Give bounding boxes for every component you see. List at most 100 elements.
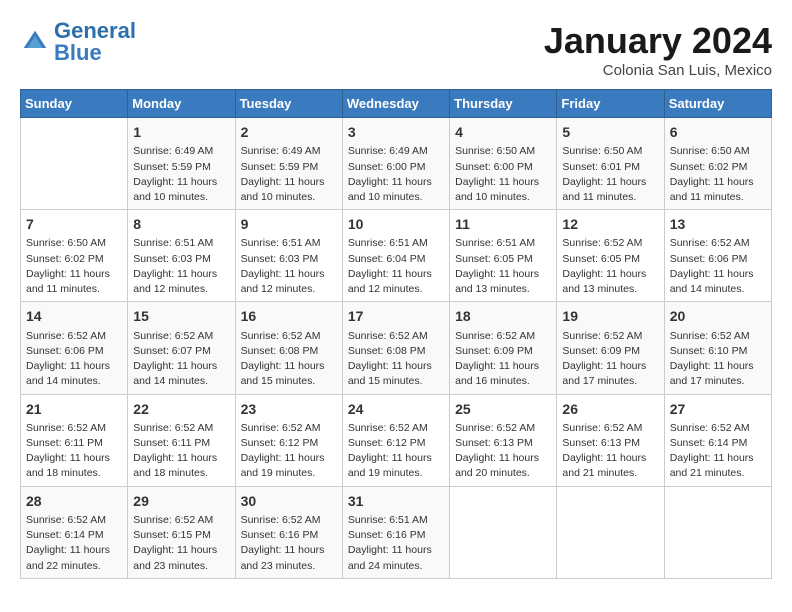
calendar-cell: 18Sunrise: 6:52 AM Sunset: 6:09 PM Dayli… — [450, 302, 557, 394]
calendar-cell: 22Sunrise: 6:52 AM Sunset: 6:11 PM Dayli… — [128, 394, 235, 486]
calendar-cell — [21, 118, 128, 210]
calendar-cell: 26Sunrise: 6:52 AM Sunset: 6:13 PM Dayli… — [557, 394, 664, 486]
day-of-week-header: Monday — [128, 90, 235, 118]
day-of-week-header: Sunday — [21, 90, 128, 118]
calendar-cell: 4Sunrise: 6:50 AM Sunset: 6:00 PM Daylig… — [450, 118, 557, 210]
day-info: Sunrise: 6:50 AM Sunset: 6:02 PM Dayligh… — [670, 144, 766, 205]
day-number: 4 — [455, 122, 551, 142]
day-info: Sunrise: 6:52 AM Sunset: 6:09 PM Dayligh… — [562, 329, 658, 390]
day-number: 17 — [348, 306, 444, 326]
day-number: 14 — [26, 306, 122, 326]
day-number: 10 — [348, 214, 444, 234]
day-number: 30 — [241, 491, 337, 511]
calendar-week-row: 14 Sunrise: 6:52 AM Sunset: 6:06 PM Dayli… — [21, 302, 772, 394]
logo: General Blue — [20, 20, 136, 64]
calendar-cell: 30Sunrise: 6:52 AM Sunset: 6:16 PM Dayli… — [235, 486, 342, 578]
day-number: 9 — [241, 214, 337, 234]
calendar-cell: 28Sunrise: 6:52 AM Sunset: 6:14 PM Dayli… — [21, 486, 128, 578]
calendar-body: 1Sunrise: 6:49 AM Sunset: 5:59 PM Daylig… — [21, 118, 772, 579]
day-number: 19 — [562, 306, 658, 326]
day-number: 11 — [455, 214, 551, 234]
day-info: Sunrise: 6:52 AM Sunset: 6:11 PM Dayligh… — [133, 421, 229, 482]
logo-icon — [20, 27, 50, 57]
calendar-cell: 24Sunrise: 6:52 AM Sunset: 6:12 PM Dayli… — [342, 394, 449, 486]
day-info: Sunrise: 6:52 AM Sunset: 6:14 PM Dayligh… — [670, 421, 766, 482]
day-info: Sunrise: 6:50 AM Sunset: 6:00 PM Dayligh… — [455, 144, 551, 205]
day-number: 6 — [670, 122, 766, 142]
page-header: General Blue January 2024 Colonia San Lu… — [20, 20, 772, 79]
day-number: 20 — [670, 306, 766, 326]
day-info: Sunrise: 6:52 AM Sunset: 6:15 PM Dayligh… — [133, 513, 229, 574]
day-number: 23 — [241, 399, 337, 419]
day-number: 26 — [562, 399, 658, 419]
calendar-cell: 5Sunrise: 6:50 AM Sunset: 6:01 PM Daylig… — [557, 118, 664, 210]
day-info: Sunrise: 6:51 AM Sunset: 6:03 PM Dayligh… — [241, 236, 337, 297]
day-info: Sunrise: 6:52 AM Sunset: 6:06 PM Dayligh… — [670, 236, 766, 297]
day-info: Sunrise: 6:52 AM Sunset: 6:12 PM Dayligh… — [241, 421, 337, 482]
day-number: 15 — [133, 306, 229, 326]
day-number: 2 — [241, 122, 337, 142]
calendar-week-row: 7Sunrise: 6:50 AM Sunset: 6:02 PM Daylig… — [21, 210, 772, 302]
calendar-cell: 11Sunrise: 6:51 AM Sunset: 6:05 PM Dayli… — [450, 210, 557, 302]
day-info: Sunrise: 6:52 AM Sunset: 6:06 PM Dayligh… — [26, 329, 122, 390]
day-number: 28 — [26, 491, 122, 511]
day-info: Sunrise: 6:52 AM Sunset: 6:05 PM Dayligh… — [562, 236, 658, 297]
calendar-cell: 15 Sunrise: 6:52 AM Sunset: 6:07 PM Dayli… — [128, 302, 235, 394]
day-info: Sunrise: 6:52 AM Sunset: 6:08 PM Dayligh… — [348, 329, 444, 390]
day-number: 31 — [348, 491, 444, 511]
calendar-cell — [450, 486, 557, 578]
day-info: Sunrise: 6:52 AM Sunset: 6:12 PM Dayligh… — [348, 421, 444, 482]
day-info: Sunrise: 6:52 AM Sunset: 6:13 PM Dayligh… — [562, 421, 658, 482]
calendar-cell: 31Sunrise: 6:51 AM Sunset: 6:16 PM Dayli… — [342, 486, 449, 578]
calendar-cell — [664, 486, 771, 578]
calendar-cell: 16 Sunrise: 6:52 AM Sunset: 6:08 PM Dayli… — [235, 302, 342, 394]
day-info: Sunrise: 6:52 AM Sunset: 6:07 PM Dayligh… — [133, 329, 229, 390]
day-number: 25 — [455, 399, 551, 419]
calendar-cell: 21Sunrise: 6:52 AM Sunset: 6:11 PM Dayli… — [21, 394, 128, 486]
calendar-week-row: 1Sunrise: 6:49 AM Sunset: 5:59 PM Daylig… — [21, 118, 772, 210]
day-number: 16 — [241, 306, 337, 326]
day-number: 3 — [348, 122, 444, 142]
calendar-cell: 2Sunrise: 6:49 AM Sunset: 5:59 PM Daylig… — [235, 118, 342, 210]
calendar-cell: 17 Sunrise: 6:52 AM Sunset: 6:08 PM Dayli… — [342, 302, 449, 394]
day-info: Sunrise: 6:52 AM Sunset: 6:16 PM Dayligh… — [241, 513, 337, 574]
day-info: Sunrise: 6:51 AM Sunset: 6:05 PM Dayligh… — [455, 236, 551, 297]
calendar-cell: 29Sunrise: 6:52 AM Sunset: 6:15 PM Dayli… — [128, 486, 235, 578]
day-info: Sunrise: 6:51 AM Sunset: 6:16 PM Dayligh… — [348, 513, 444, 574]
day-number: 12 — [562, 214, 658, 234]
calendar-cell — [557, 486, 664, 578]
day-number: 1 — [133, 122, 229, 142]
calendar-cell: 6Sunrise: 6:50 AM Sunset: 6:02 PM Daylig… — [664, 118, 771, 210]
day-number: 29 — [133, 491, 229, 511]
day-info: Sunrise: 6:52 AM Sunset: 6:08 PM Dayligh… — [241, 329, 337, 390]
day-number: 21 — [26, 399, 122, 419]
day-of-week-header: Saturday — [664, 90, 771, 118]
calendar-cell: 3Sunrise: 6:49 AM Sunset: 6:00 PM Daylig… — [342, 118, 449, 210]
calendar-table: SundayMondayTuesdayWednesdayThursdayFrid… — [20, 89, 772, 579]
day-number: 22 — [133, 399, 229, 419]
calendar-cell: 13Sunrise: 6:52 AM Sunset: 6:06 PM Dayli… — [664, 210, 771, 302]
month-title: January 2024 — [544, 20, 772, 62]
day-number: 13 — [670, 214, 766, 234]
day-info: Sunrise: 6:52 AM Sunset: 6:11 PM Dayligh… — [26, 421, 122, 482]
calendar-cell: 1Sunrise: 6:49 AM Sunset: 5:59 PM Daylig… — [128, 118, 235, 210]
calendar-cell: 20 Sunrise: 6:52 AM Sunset: 6:10 PM Dayli… — [664, 302, 771, 394]
logo-blue: Blue — [54, 40, 102, 65]
day-info: Sunrise: 6:49 AM Sunset: 5:59 PM Dayligh… — [133, 144, 229, 205]
day-info: Sunrise: 6:51 AM Sunset: 6:03 PM Dayligh… — [133, 236, 229, 297]
calendar-cell: 8Sunrise: 6:51 AM Sunset: 6:03 PM Daylig… — [128, 210, 235, 302]
day-info: Sunrise: 6:52 AM Sunset: 6:14 PM Dayligh… — [26, 513, 122, 574]
calendar-cell: 14 Sunrise: 6:52 AM Sunset: 6:06 PM Dayli… — [21, 302, 128, 394]
calendar-week-row: 28Sunrise: 6:52 AM Sunset: 6:14 PM Dayli… — [21, 486, 772, 578]
calendar-cell: 10Sunrise: 6:51 AM Sunset: 6:04 PM Dayli… — [342, 210, 449, 302]
day-info: Sunrise: 6:52 AM Sunset: 6:10 PM Dayligh… — [670, 329, 766, 390]
day-of-week-header: Wednesday — [342, 90, 449, 118]
day-of-week-header: Thursday — [450, 90, 557, 118]
calendar-cell: 27Sunrise: 6:52 AM Sunset: 6:14 PM Dayli… — [664, 394, 771, 486]
calendar-cell: 9Sunrise: 6:51 AM Sunset: 6:03 PM Daylig… — [235, 210, 342, 302]
location: Colonia San Luis, Mexico — [544, 62, 772, 79]
day-of-week-header: Friday — [557, 90, 664, 118]
day-info: Sunrise: 6:52 AM Sunset: 6:09 PM Dayligh… — [455, 329, 551, 390]
day-info: Sunrise: 6:50 AM Sunset: 6:01 PM Dayligh… — [562, 144, 658, 205]
day-number: 5 — [562, 122, 658, 142]
